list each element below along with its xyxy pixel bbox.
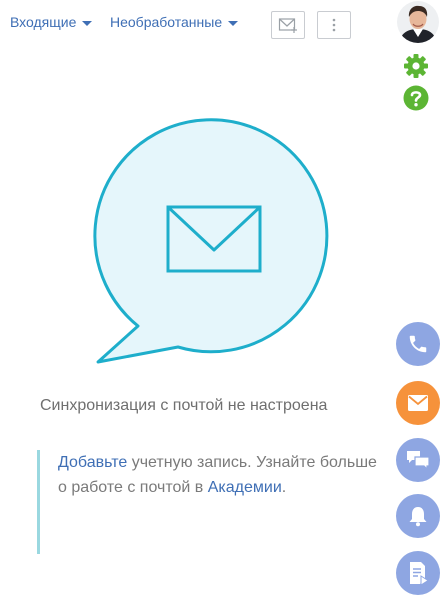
gear-icon	[404, 54, 428, 78]
vertical-dots-icon	[332, 18, 336, 32]
chat-icon	[407, 451, 430, 471]
email-icon	[408, 395, 428, 411]
envelope-plus-icon	[278, 18, 297, 33]
hint-text-end: .	[281, 479, 287, 496]
filter-dropdown[interactable]: Необработанные	[110, 14, 239, 30]
notifications-button[interactable]	[396, 494, 440, 538]
phone-icon	[409, 335, 427, 353]
email-button[interactable]	[396, 381, 440, 425]
avatar[interactable]	[397, 1, 439, 43]
hint-block: Добавьте учетную запись. Узнайте больше …	[37, 450, 377, 554]
folder-dropdown[interactable]: Входящие	[10, 14, 93, 30]
bell-icon	[409, 507, 427, 527]
folder-dropdown-label: Входящие	[10, 14, 77, 30]
settings-button[interactable]	[403, 53, 429, 79]
empty-state-message: Синхронизация с почтой не настроена	[40, 397, 328, 414]
more-actions-button[interactable]	[317, 11, 351, 39]
help-button[interactable]	[403, 85, 429, 111]
chevron-down-icon	[228, 20, 239, 26]
feed-icon	[410, 562, 429, 585]
question-icon	[403, 85, 429, 111]
academy-link[interactable]: Академии	[208, 479, 282, 496]
feed-button[interactable]	[396, 551, 440, 595]
chat-button[interactable]	[396, 438, 440, 482]
add-account-link[interactable]: Добавьте	[58, 454, 127, 471]
phone-button[interactable]	[396, 322, 440, 366]
new-email-button[interactable]	[271, 11, 305, 39]
chevron-down-icon	[82, 20, 93, 26]
mail-bubble-illustration	[93, 118, 329, 364]
filter-dropdown-label: Необработанные	[110, 14, 223, 30]
